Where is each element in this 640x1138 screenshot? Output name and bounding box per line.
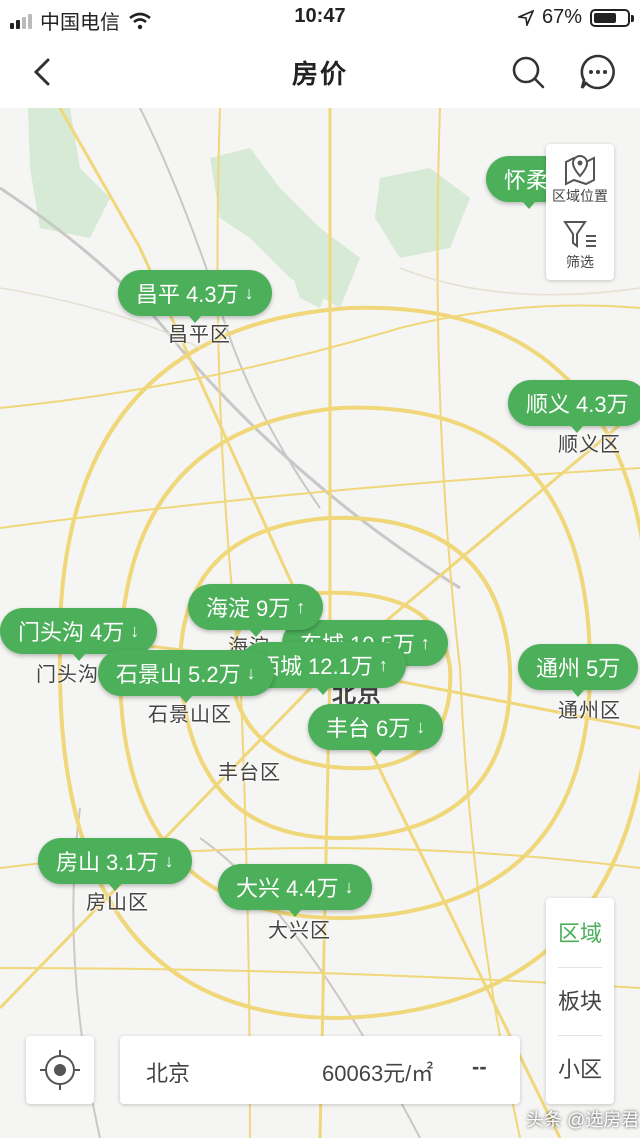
- arrow-down-icon: ↓: [164, 850, 174, 871]
- price-bubble-daxing[interactable]: 大兴 4.4万 ↓: [218, 864, 372, 917]
- city-name: 北京: [146, 1061, 191, 1086]
- bubble-price: 12.1万: [308, 654, 373, 679]
- price-bubble-fangshan[interactable]: 房山 3.1万 ↓: [38, 838, 192, 891]
- bubble-name: 门头沟: [18, 620, 85, 645]
- bubble-name: 石景山: [116, 662, 183, 687]
- price-bubble-haidian[interactable]: 海淀 9万 ↑: [188, 584, 324, 637]
- price-change: --: [472, 1054, 487, 1079]
- bubble-name: 昌平: [136, 282, 181, 307]
- price-bubble-shijingshan[interactable]: 石景山 5.2万 ↓: [98, 650, 274, 703]
- district-label-mentougou: 门头沟: [36, 664, 99, 686]
- arrow-up-icon: ↑: [296, 596, 306, 617]
- bubble-price: 4.4万: [286, 876, 339, 901]
- status-bar: 中国电信 10:47 67%: [0, 0, 640, 36]
- district-label-fengtai: 丰台区: [218, 762, 281, 784]
- arrow-down-icon: ↓: [344, 876, 354, 897]
- price-bubble-changping[interactable]: 昌平 4.3万 ↓: [118, 270, 272, 323]
- average-price: 60063元/㎡: [322, 1061, 434, 1086]
- arrow-up-icon: ↑: [420, 632, 430, 653]
- bubble-price: 4.3万: [186, 282, 239, 307]
- search-icon[interactable]: [508, 52, 548, 92]
- bubble-price: 9万: [256, 596, 291, 621]
- bubble-price: 5万: [586, 656, 621, 681]
- filter-icon: [563, 221, 596, 248]
- location-arrow-icon: [517, 9, 534, 26]
- message-icon[interactable]: [578, 52, 618, 92]
- region-position-button[interactable]: 区域位置: [546, 150, 614, 206]
- district-label-shunyi: 顺义区: [558, 434, 621, 456]
- bubble-name: 怀柔: [504, 168, 549, 193]
- city-price-card[interactable]: 北京 60063元/㎡ --: [120, 1036, 520, 1104]
- level-switcher: 区域 板块 小区: [546, 898, 614, 1104]
- price-bubble-tongzhou[interactable]: 通州 5万: [518, 644, 639, 697]
- battery-percent: 67%: [541, 6, 582, 28]
- map-view[interactable]: 昌平区 顺义区 门头沟 海淀 石景山区 丰台区 北京 通州区 房山区 大兴区 怀…: [0, 108, 640, 1138]
- district-label-tongzhou: 通州区: [558, 700, 621, 722]
- bubble-name: 大兴: [236, 876, 281, 901]
- price-bubble-shunyi[interactable]: 顺义 4.3万: [508, 380, 640, 433]
- arrow-down-icon: ↓: [416, 716, 426, 737]
- bubble-price: 6万: [376, 716, 411, 741]
- map-control-panel: 区域位置 筛选: [546, 144, 614, 280]
- bubble-name: 海淀: [206, 596, 251, 621]
- level-tab-block[interactable]: 板块: [546, 968, 614, 1036]
- battery-icon: [590, 8, 634, 27]
- filter-button[interactable]: 筛选: [546, 218, 614, 272]
- arrow-down-icon: ↓: [244, 282, 254, 303]
- arrow-up-icon: ↑: [378, 654, 388, 675]
- price-bubble-mentougou[interactable]: 门头沟 4万 ↓: [0, 608, 158, 661]
- level-tab-region[interactable]: 区域: [546, 900, 614, 968]
- bubble-name: 丰台: [326, 716, 371, 741]
- bubble-price: 4万: [90, 620, 125, 645]
- bubble-name: 通州: [536, 656, 581, 681]
- bubble-price: 4.3万: [576, 392, 629, 417]
- bubble-price: 3.1万: [106, 850, 159, 875]
- filter-label: 筛选: [566, 254, 594, 270]
- level-tab-community[interactable]: 小区: [546, 1036, 614, 1104]
- nav-bar: 房价: [0, 36, 640, 108]
- bubble-price: 5.2万: [188, 662, 241, 687]
- district-label-daxing: 大兴区: [268, 920, 331, 942]
- crosshair-icon: [40, 1050, 80, 1090]
- arrow-down-icon: ↓: [246, 662, 256, 683]
- bubble-name: 顺义: [526, 392, 571, 417]
- bubble-name: 房山: [56, 850, 101, 875]
- locate-button[interactable]: [26, 1036, 94, 1104]
- region-position-label: 区域位置: [552, 188, 608, 204]
- price-bubble-fengtai[interactable]: 丰台 6万 ↓: [308, 704, 444, 757]
- arrow-down-icon: ↓: [130, 620, 140, 641]
- watermark: 头条 @选房君: [526, 1110, 640, 1130]
- map-pin-icon: [565, 155, 595, 186]
